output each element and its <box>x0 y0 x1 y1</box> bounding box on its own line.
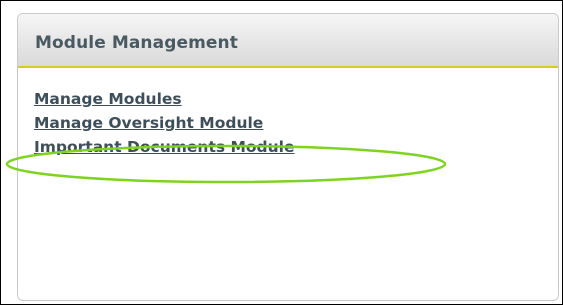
module-links-list: Manage Modules Manage Oversight Module I… <box>34 89 295 161</box>
panel-title: Module Management <box>35 33 238 53</box>
manage-oversight-module-link[interactable]: Manage Oversight Module <box>34 114 263 132</box>
list-item: Important Documents Module <box>34 137 295 161</box>
list-item: Manage Modules <box>34 89 295 113</box>
list-item: Manage Oversight Module <box>34 113 295 137</box>
manage-modules-link[interactable]: Manage Modules <box>34 90 182 108</box>
panel-header: Module Management <box>18 14 558 68</box>
important-documents-module-link[interactable]: Important Documents Module <box>34 138 295 156</box>
